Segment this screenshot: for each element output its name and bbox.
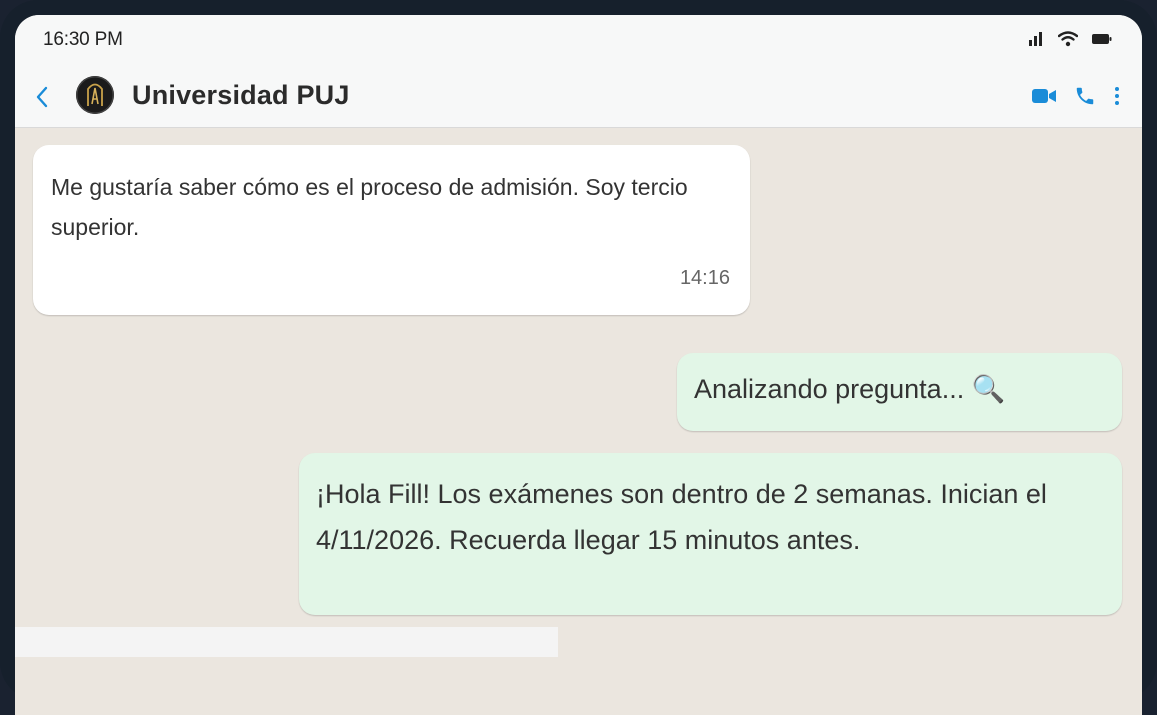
- status-bar: 16:30 PM: [15, 15, 1142, 67]
- message-text: Me gustaría saber cómo es el proceso de …: [51, 174, 688, 240]
- outgoing-message[interactable]: ¡Hola Fill! Los exámenes son dentro de 2…: [299, 453, 1122, 615]
- chat-header: Universidad PUJ: [15, 67, 1142, 128]
- message-text: ¡Hola Fill! Los exámenes son dentro de 2…: [316, 479, 1047, 555]
- outgoing-message[interactable]: Analizando pregunta... 🔍: [677, 353, 1122, 431]
- wifi-icon: [1058, 31, 1078, 47]
- composer-edge: [15, 627, 558, 657]
- contact-name: Universidad PUJ: [132, 80, 350, 110]
- university-logo-icon: [76, 76, 114, 114]
- incoming-message[interactable]: Me gustaría saber cómo es el proceso de …: [33, 145, 750, 315]
- chevron-left-icon[interactable]: [33, 84, 51, 110]
- status-time: 16:30 PM: [43, 29, 123, 50]
- header-actions: [1032, 85, 1120, 107]
- video-call-icon[interactable]: [1032, 87, 1056, 105]
- more-vertical-icon[interactable]: [1114, 86, 1120, 106]
- message-text: Analizando pregunta... 🔍: [694, 374, 1006, 404]
- signal-icon: [1028, 32, 1044, 46]
- phone-icon[interactable]: [1074, 85, 1096, 107]
- phone-screen: 16:30 PM Universidad PUJ Me gustaría sab…: [15, 15, 1142, 715]
- battery-icon: [1092, 33, 1112, 45]
- message-time: 14:16: [679, 267, 730, 289]
- status-icons: [1028, 31, 1112, 47]
- device-frame: 16:30 PM Universidad PUJ Me gustaría sab…: [0, 0, 1157, 715]
- avatar[interactable]: [76, 76, 114, 114]
